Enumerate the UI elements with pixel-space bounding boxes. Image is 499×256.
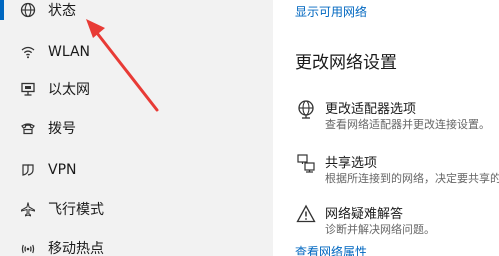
sidebar: 状态 WLAN 以太网 拨号 VPN 飞行模式 移动热点 <box>0 0 273 256</box>
sidebar-item-label: VPN <box>48 162 77 178</box>
main-content: 显示可用网络 更改网络设置 更改适配器选项 查看网络适配器并更改连接设置。 共享… <box>273 0 499 256</box>
option-description: 根据所连接到的网络，决定要共享的内容 <box>325 172 499 185</box>
sidebar-item-ethernet[interactable]: 以太网 <box>0 74 273 104</box>
sidebar-item-wlan[interactable]: WLAN <box>0 37 273 67</box>
option-title: 更改适配器选项 <box>325 102 417 117</box>
sidebar-item-airplane-mode[interactable]: 飞行模式 <box>0 194 273 224</box>
sidebar-item-status[interactable]: 状态 <box>0 0 273 25</box>
option-title: 网络疑难解答 <box>325 207 404 222</box>
option-description: 诊断并解决网络问题。 <box>325 223 435 236</box>
view-network-properties-link[interactable]: 查看网络属性 <box>295 243 367 256</box>
sharing-icon <box>295 152 317 174</box>
airplane-icon <box>18 199 38 219</box>
hotspot-icon <box>18 238 38 256</box>
sidebar-item-label: WLAN <box>48 44 91 60</box>
sidebar-item-dialup[interactable]: 拨号 <box>0 113 273 143</box>
wifi-icon <box>18 42 38 62</box>
ethernet-icon <box>18 79 38 99</box>
warning-icon <box>295 203 317 225</box>
sidebar-item-label: 拨号 <box>48 121 76 137</box>
globe-icon <box>18 0 38 20</box>
adapter-icon <box>295 98 317 120</box>
sidebar-item-label: 移动热点 <box>48 241 104 256</box>
section-title: 更改网络设置 <box>295 53 397 73</box>
show-available-networks-link[interactable]: 显示可用网络 <box>295 3 367 20</box>
sidebar-item-label: 飞行模式 <box>48 202 104 218</box>
option-title: 共享选项 <box>325 156 378 171</box>
vpn-icon <box>18 160 38 180</box>
sidebar-item-vpn[interactable]: VPN <box>0 155 273 185</box>
option-description: 查看网络适配器并更改连接设置。 <box>325 118 490 131</box>
sidebar-item-mobile-hotspot[interactable]: 移动热点 <box>0 233 273 256</box>
sidebar-item-label: 以太网 <box>48 82 90 98</box>
sidebar-item-label: 状态 <box>48 3 76 19</box>
dialup-icon <box>18 118 38 138</box>
